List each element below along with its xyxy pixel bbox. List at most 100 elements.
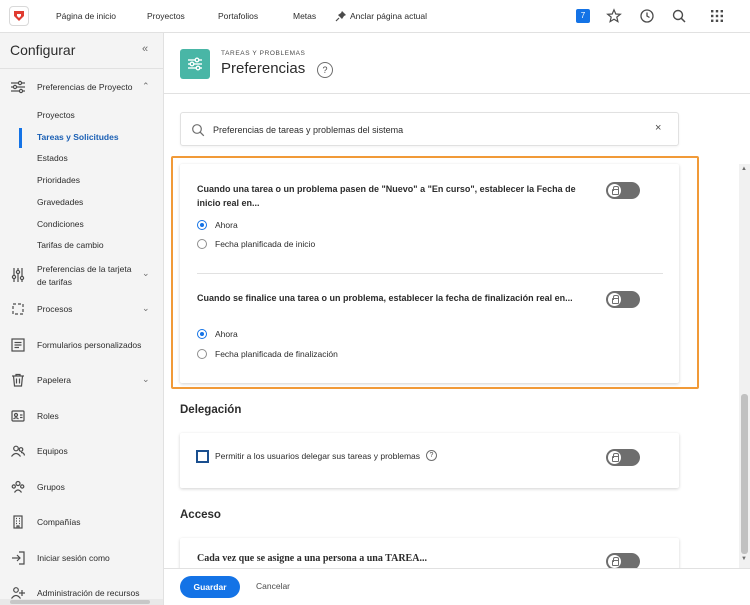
sidebar-item-label: Compañías xyxy=(37,517,81,527)
roles-icon xyxy=(11,410,25,422)
help-icon[interactable]: ? xyxy=(317,62,333,78)
sidebar-item-label: Papelera xyxy=(37,375,72,385)
building-icon xyxy=(13,515,23,529)
sidebar-item-project-preferences[interactable]: Preferencias de Proyecto ⌃ xyxy=(0,79,163,95)
chevron-down-icon[interactable]: ⌄ xyxy=(142,268,150,279)
sliders-icon xyxy=(11,80,25,94)
lock-icon xyxy=(608,184,621,197)
pin-icon[interactable] xyxy=(335,10,347,22)
cancel-button[interactable]: Cancelar xyxy=(256,581,290,591)
help-icon[interactable]: ? xyxy=(426,450,437,461)
trash-icon xyxy=(12,373,24,387)
radio-start-planned[interactable] xyxy=(197,239,207,249)
sidebar-item-label: Formularios personalizados xyxy=(37,340,142,350)
star-icon[interactable] xyxy=(606,8,622,24)
sidebar-subitem-exchange-rates[interactable]: Tarifas de cambio xyxy=(37,240,104,250)
sidebar-item-login-as[interactable]: Iniciar sesión como xyxy=(0,550,163,566)
sidebar-subitem-tasks-requests[interactable]: Tareas y Solicitudes xyxy=(37,132,119,142)
lock-icon xyxy=(608,555,621,568)
chevron-down-icon[interactable]: ⌄ xyxy=(142,374,150,385)
apps-grid-icon[interactable] xyxy=(709,8,725,24)
lock-icon xyxy=(608,293,621,306)
radio-completion-planned[interactable] xyxy=(197,349,207,359)
nav-projects[interactable]: Proyectos xyxy=(147,0,185,33)
sidebar-subitem-conditions[interactable]: Condiciones xyxy=(37,219,84,229)
question-start-date: Cuando una tarea o un problema pasen de … xyxy=(197,184,576,208)
sidebar-item-teams[interactable]: Equipos xyxy=(0,443,163,459)
chevron-down-icon[interactable]: ⌄ xyxy=(142,303,150,314)
radio-start-now[interactable] xyxy=(197,220,207,230)
radio-label: Fecha planificada de inicio xyxy=(215,239,316,249)
section-heading-access: Acceso xyxy=(180,509,221,521)
collapse-sidebar-button[interactable]: « xyxy=(142,43,148,55)
radio-label: Ahora xyxy=(215,220,238,230)
scroll-down-arrow-icon[interactable]: ▼ xyxy=(741,556,747,562)
sidebar-item-timesheet-preferences[interactable]: Preferencias de la tarjeta de tarifas ⌄ xyxy=(0,262,163,290)
settings-sliders-icon xyxy=(188,57,202,71)
scrollbar-thumb[interactable] xyxy=(10,600,150,604)
nav-portfolios[interactable]: Portafolios xyxy=(218,0,258,33)
sidebar-item-label: Preferencias de la tarjeta de tarifas xyxy=(37,264,132,287)
scroll-up-arrow-icon[interactable]: ▲ xyxy=(741,166,747,172)
app-logo[interactable] xyxy=(9,6,29,26)
logo-icon xyxy=(14,11,24,21)
sidebar-subitem-projects[interactable]: Proyectos xyxy=(37,110,75,120)
nav-goals[interactable]: Metas xyxy=(293,0,316,33)
chevron-up-icon[interactable]: ⌃ xyxy=(142,81,150,92)
sidebar-item-processes[interactable]: Procesos ⌄ xyxy=(0,301,163,317)
sidebar-item-label: Procesos xyxy=(37,304,73,314)
login-icon xyxy=(12,551,25,565)
sidebar-subitem-priorities[interactable]: Prioridades xyxy=(37,175,80,185)
sidebar-title: Configurar xyxy=(10,42,76,58)
sidebar-horizontal-scrollbar[interactable] xyxy=(0,599,163,605)
sidebar-item-label: Grupos xyxy=(37,482,65,492)
sliders-vertical-icon xyxy=(11,268,25,282)
form-icon xyxy=(11,338,25,352)
toggle-lock-completion-date[interactable] xyxy=(606,291,640,308)
search-input[interactable] xyxy=(213,121,643,139)
sidebar-divider xyxy=(0,68,163,69)
question-completion-date: Cuando se finalice una tarea o un proble… xyxy=(197,293,573,303)
search-icon[interactable] xyxy=(671,8,687,24)
sidebar-item-companies[interactable]: Compañías xyxy=(0,514,163,530)
nav-pin-page[interactable]: Anclar página actual xyxy=(350,0,427,33)
sidebar: Configurar « Preferencias de Proyecto ⌃ … xyxy=(0,33,164,605)
top-bar: Página de inicio Proyectos Portafolios M… xyxy=(0,0,750,33)
toggle-lock-start-date[interactable] xyxy=(606,182,640,199)
radio-label: Fecha planificada de finalización xyxy=(215,349,338,359)
sidebar-subitem-statuses[interactable]: Estados xyxy=(37,153,68,163)
radio-completion-now[interactable] xyxy=(197,329,207,339)
sidebar-item-label: Administración de recursos xyxy=(37,588,140,598)
delegate-checkbox[interactable] xyxy=(196,450,209,463)
main-vertical-scrollbar[interactable]: ▲ ▼ xyxy=(739,164,750,568)
page-title: Preferencias xyxy=(221,60,306,77)
header-divider xyxy=(164,93,750,94)
lock-icon xyxy=(608,451,621,464)
scrollbar-thumb[interactable] xyxy=(741,394,748,554)
sidebar-item-groups[interactable]: Grupos xyxy=(0,479,163,495)
sidebar-item-roles[interactable]: Roles xyxy=(0,408,163,424)
sidebar-subitem-severities[interactable]: Gravedades xyxy=(37,197,83,207)
sidebar-item-label: Iniciar sesión como xyxy=(37,553,110,563)
sidebar-item-label: Preferencias de Proyecto xyxy=(37,82,133,92)
sidebar-item-label: Equipos xyxy=(37,446,68,456)
section-heading-delegation: Delegación xyxy=(180,404,242,416)
process-icon xyxy=(12,303,24,315)
active-indicator xyxy=(19,128,22,148)
clear-search-button[interactable]: × xyxy=(655,122,661,134)
sidebar-item-trash[interactable]: Papelera ⌄ xyxy=(0,372,163,388)
sidebar-item-custom-forms[interactable]: Formularios personalizados xyxy=(0,337,163,353)
search-icon xyxy=(192,124,205,137)
toggle-lock-delegation[interactable] xyxy=(606,449,640,466)
notification-badge[interactable]: 7 xyxy=(576,9,590,23)
teams-icon xyxy=(11,445,26,457)
save-button[interactable]: Guardar xyxy=(180,576,240,598)
page-kicker: TAREAS Y PROBLEMAS xyxy=(221,50,306,57)
history-icon[interactable] xyxy=(639,8,655,24)
preferences-search: × xyxy=(180,112,679,146)
nav-home[interactable]: Página de inicio xyxy=(56,0,116,33)
delegate-label: Permitir a los usuarios delegar sus tare… xyxy=(215,451,421,461)
groups-icon xyxy=(11,480,25,493)
page-header-icon xyxy=(180,49,210,79)
access-question: Cada vez que se asigne a una persona a u… xyxy=(197,553,427,564)
